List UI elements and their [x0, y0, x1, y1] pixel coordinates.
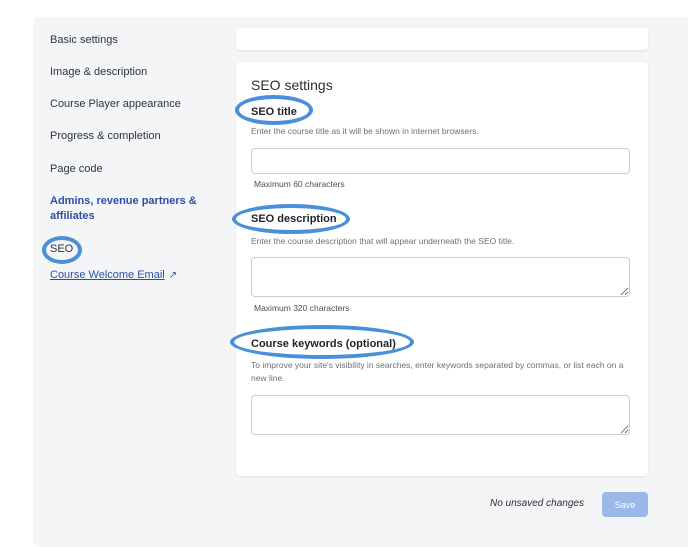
previous-section-card: [236, 28, 648, 50]
save-button[interactable]: Save: [602, 492, 648, 517]
seo-description-label: SEO description: [251, 213, 337, 225]
seo-description-textarea[interactable]: [251, 257, 630, 297]
sidebar-item-progress-completion[interactable]: Progress & completion: [50, 130, 161, 142]
seo-description-help: Enter the course description that will a…: [251, 236, 515, 246]
sidebar-item-page-code[interactable]: Page code: [50, 163, 103, 175]
sidebar-item-seo[interactable]: SEO: [50, 243, 73, 255]
seo-title-input[interactable]: [251, 148, 630, 174]
course-keywords-textarea[interactable]: [251, 395, 630, 435]
seo-settings-card: SEO settings SEO title Enter the course …: [236, 62, 648, 476]
seo-title-label: SEO title: [251, 106, 297, 118]
seo-title-hint: Maximum 60 characters: [254, 179, 345, 189]
section-title: SEO settings: [251, 77, 333, 93]
seo-title-help: Enter the course title as it will be sho…: [251, 126, 479, 136]
sidebar-item-course-welcome-email[interactable]: Course Welcome Email ↗: [50, 269, 177, 281]
sidebar-item-image-description[interactable]: Image & description: [50, 66, 147, 78]
course-keywords-label: Course keywords (optional): [251, 338, 396, 350]
course-keywords-help: To improve your site's visibility in sea…: [251, 360, 624, 383]
external-link-icon: ↗: [168, 270, 178, 281]
seo-description-hint: Maximum 320 characters: [254, 303, 350, 313]
sidebar-item-label: Course Welcome Email: [50, 269, 165, 281]
sidebar-item-course-player-appearance[interactable]: Course Player appearance: [50, 98, 181, 110]
save-status-text: No unsaved changes: [490, 498, 584, 509]
sidebar-item-admins-revenue-affiliates[interactable]: Admins, revenue partners & affiliates: [50, 194, 200, 224]
sidebar-item-basic-settings[interactable]: Basic settings: [50, 34, 118, 46]
